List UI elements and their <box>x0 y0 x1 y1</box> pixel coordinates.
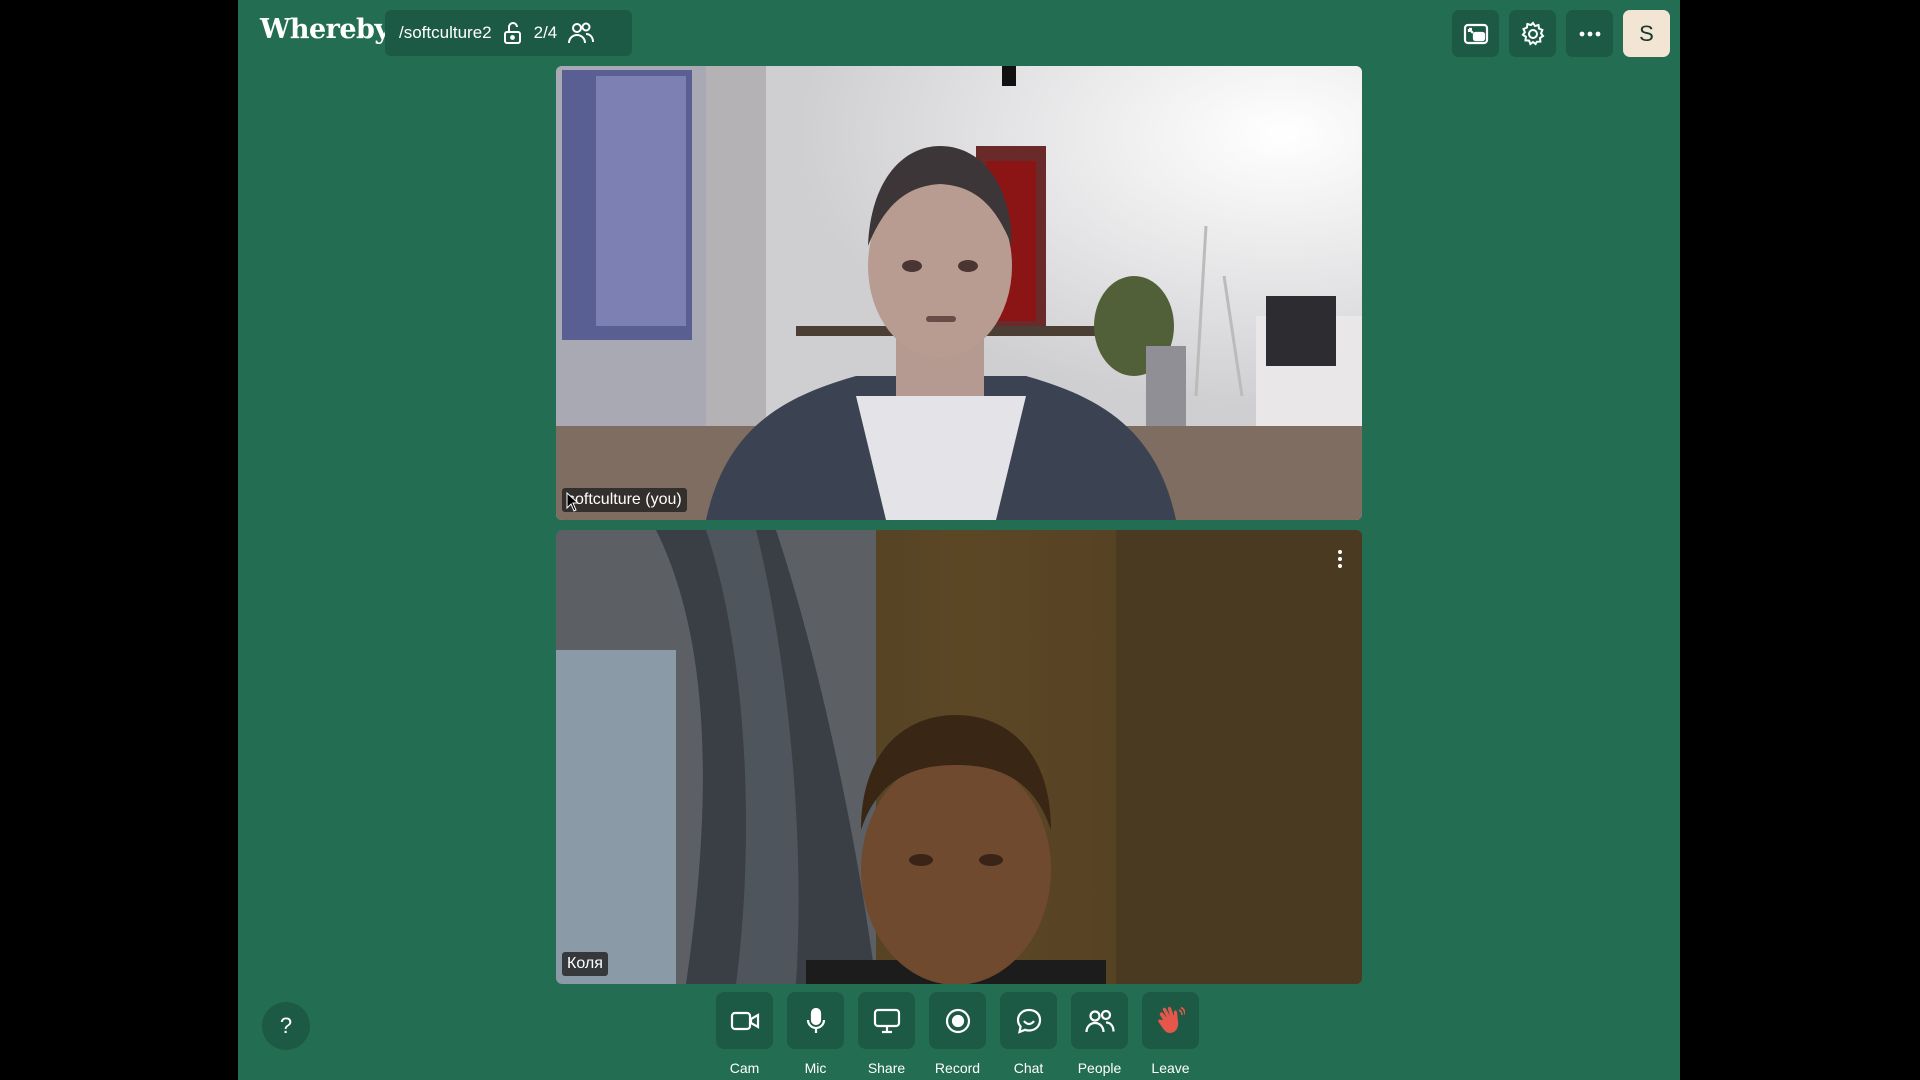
whereby-logo: Whereby <box>260 14 390 45</box>
people-control: People <box>1071 992 1128 1076</box>
room-info[interactable]: /softculture2 2/4 <box>385 10 632 56</box>
people-button[interactable] <box>1071 992 1128 1049</box>
user-avatar[interactable]: S <box>1623 10 1670 57</box>
cam-button[interactable] <box>716 992 773 1049</box>
pip-icon <box>1463 23 1488 44</box>
mic-icon <box>806 1007 825 1033</box>
leave-label: Leave <box>1151 1060 1190 1076</box>
mouse-cursor-icon <box>566 492 580 512</box>
video-tile-self[interactable]: softculture (you) <box>556 66 1362 520</box>
more-button[interactable] <box>1566 10 1613 57</box>
chat-label: Chat <box>1013 1060 1044 1076</box>
participant-name-self: softculture (you) <box>562 488 687 512</box>
call-toolbar: Cam Mic Share Record Chat People Leave <box>716 992 1199 1076</box>
record-label: Record <box>934 1060 981 1076</box>
kebab-dot <box>1338 564 1342 568</box>
help-button[interactable]: ? <box>262 1002 310 1050</box>
unlock-icon[interactable] <box>502 21 524 45</box>
chat-button[interactable] <box>1000 992 1057 1049</box>
mic-label: Mic <box>804 1060 827 1076</box>
people-label: People <box>1077 1060 1122 1076</box>
header-actions: S <box>1452 10 1670 57</box>
share-control: Share <box>858 992 915 1076</box>
wave-hand-icon <box>1157 1006 1185 1033</box>
kebab-dot <box>1338 557 1342 561</box>
gear-icon <box>1520 20 1544 46</box>
participant-count: 2/4 <box>533 23 558 42</box>
picture-in-picture-button[interactable] <box>1452 10 1499 57</box>
record-control: Record <box>929 992 986 1076</box>
cam-label: Cam <box>729 1060 760 1076</box>
self-video-feed <box>556 66 1362 520</box>
room-name: /softculture2 <box>399 23 492 42</box>
settings-button[interactable] <box>1509 10 1556 57</box>
participant-name-remote: Коля <box>562 952 608 976</box>
screen-share-icon <box>873 1008 900 1033</box>
camera-icon <box>730 1011 759 1030</box>
mic-control: Mic <box>787 992 844 1076</box>
cam-control: Cam <box>716 992 773 1076</box>
leave-button[interactable] <box>1142 992 1199 1049</box>
remote-video-feed <box>556 530 1362 984</box>
people-icon <box>567 21 595 45</box>
kebab-dot <box>1338 550 1342 554</box>
chat-icon <box>1016 1008 1041 1034</box>
more-icon <box>1579 31 1600 36</box>
chat-control: Chat <box>1000 992 1057 1076</box>
share-button[interactable] <box>858 992 915 1049</box>
share-label: Share <box>867 1060 906 1076</box>
people-icon <box>1084 1009 1115 1032</box>
whereby-app: Whereby /softculture2 2/4 S softculture … <box>238 0 1680 1080</box>
participant-menu-button[interactable] <box>1330 544 1350 574</box>
video-tile-remote[interactable]: Коля <box>556 530 1362 984</box>
leave-control: Leave <box>1142 992 1199 1076</box>
record-button[interactable] <box>929 992 986 1049</box>
mic-button[interactable] <box>787 992 844 1049</box>
record-icon <box>945 1008 970 1033</box>
